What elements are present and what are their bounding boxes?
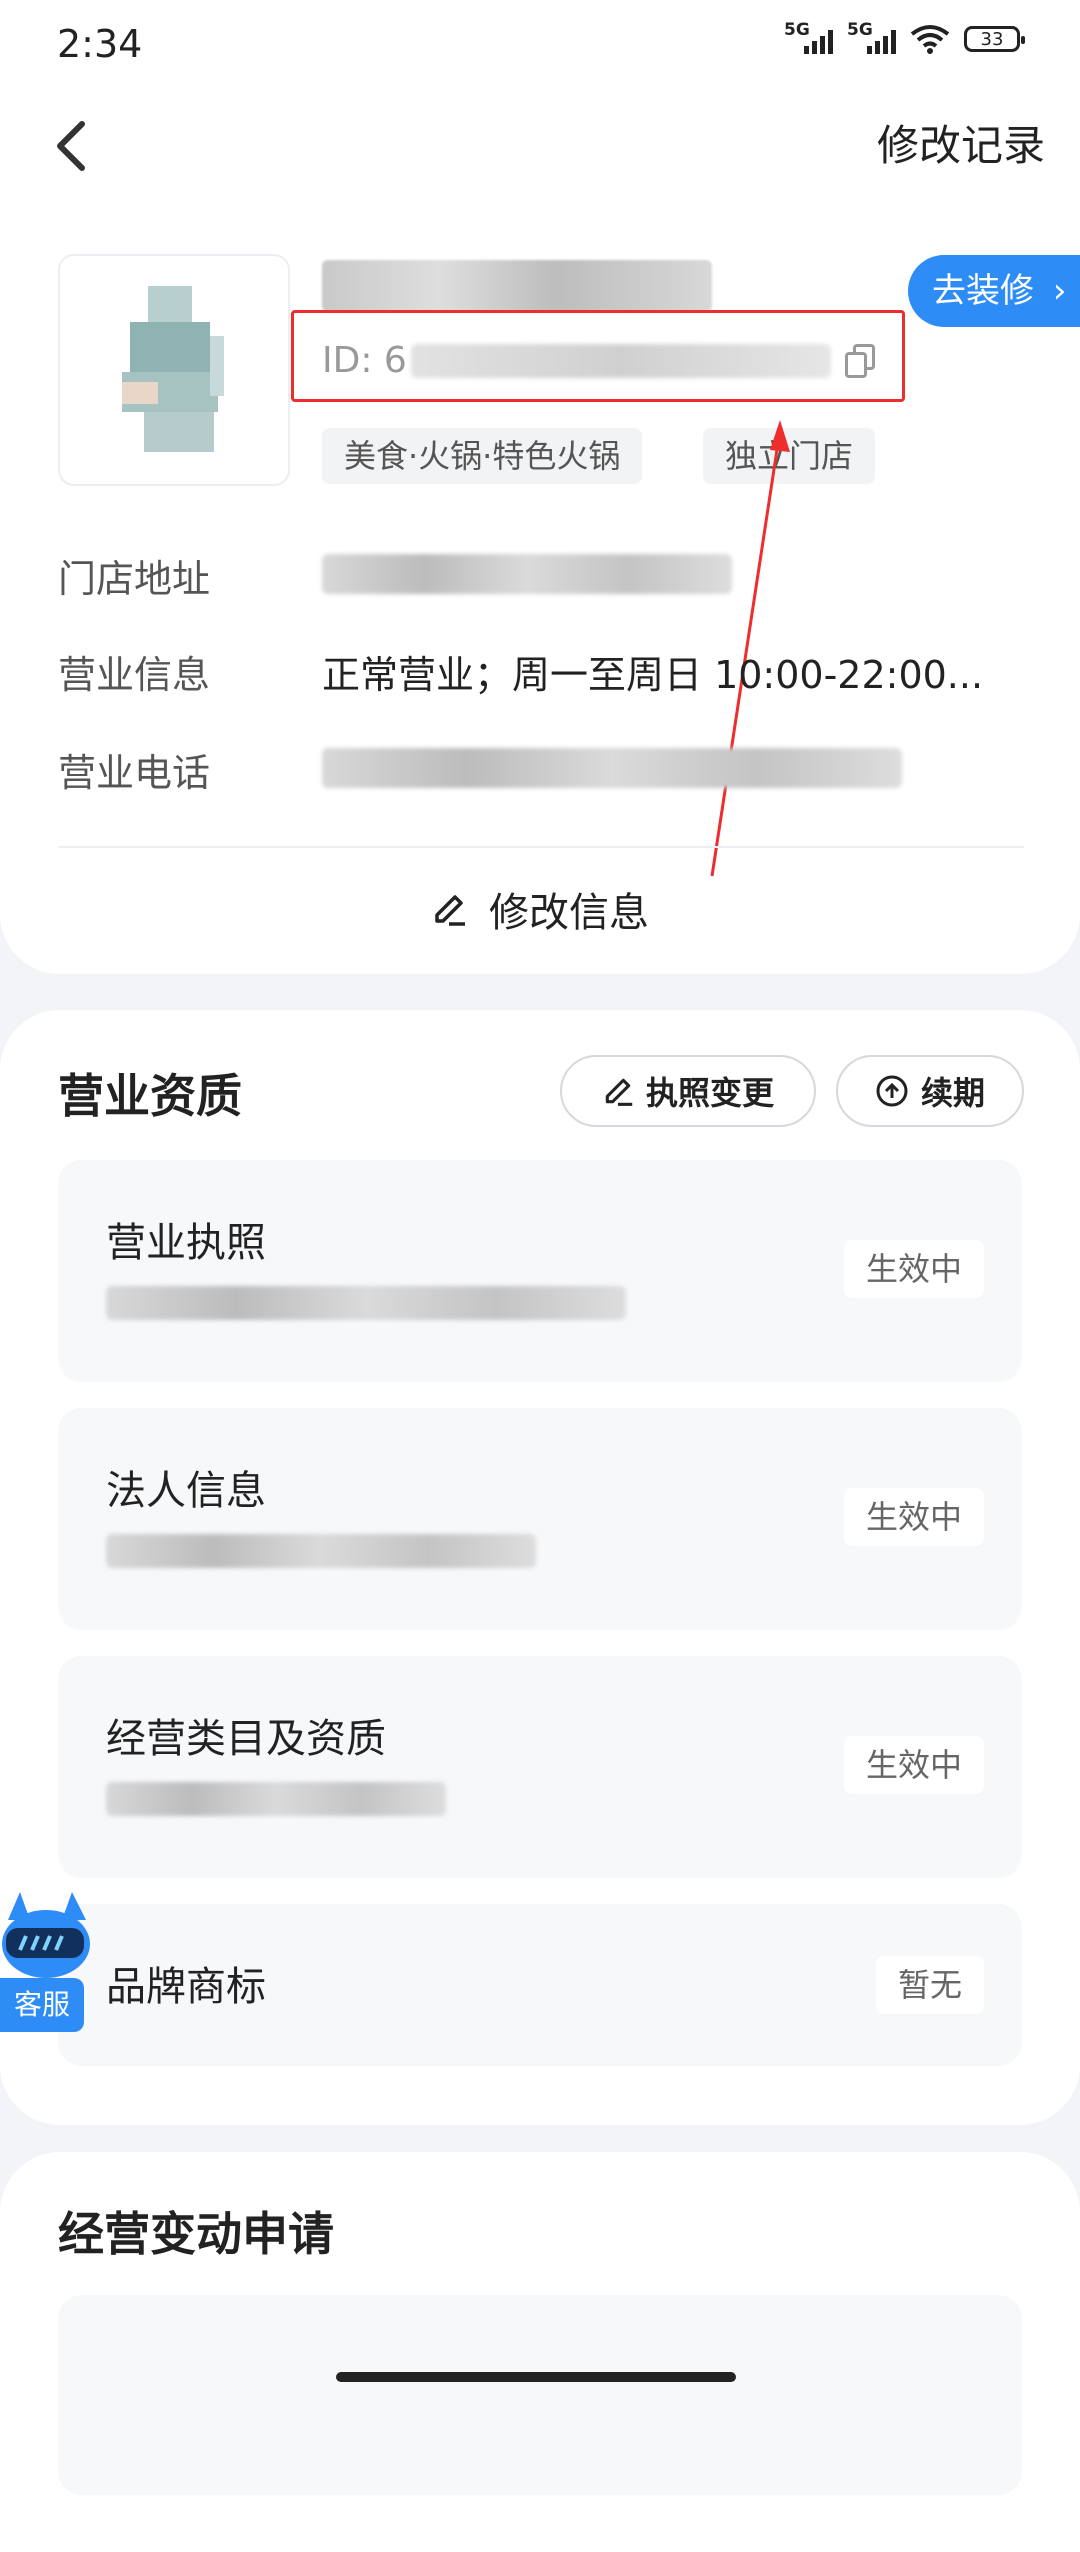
item-title: 营业执照 [106,1220,266,1266]
signal-icon-2: 5G [847,20,896,54]
qualification-title: 营业资质 [58,1069,242,1123]
status-time: 2:34 [57,22,143,66]
status-icons: 5G 5G 33 [784,20,1025,54]
change-request-item[interactable] [58,2295,1022,2495]
upload-circle-icon [876,1075,908,1107]
store-name [322,260,712,312]
modify-history-link[interactable]: 修改记录 [877,112,1045,173]
home-indicator [336,2372,736,2382]
edit-info-label: 修改信息 [489,890,649,936]
decorate-button-label: 去装修 [932,271,1034,311]
annotation-highlight-box [291,310,905,402]
decorate-button[interactable]: 去装修 › [908,255,1080,327]
signal-icon: 5G [784,20,833,54]
customer-service-button[interactable]: 客服 [0,1978,84,2032]
qualification-item-business-license[interactable]: 营业执照 生效中 [58,1160,1022,1382]
status-badge: 暂无 [875,1956,984,2014]
store-type-tag: 独立门店 [703,428,876,484]
pencil-icon [605,1078,633,1106]
qualification-item-trademark[interactable]: 品牌商标 暂无 [58,1904,1022,2066]
phone-label: 营业电话 [58,751,211,795]
business-info-label: 营业信息 [58,653,211,697]
category-tag: 美食·火锅·特色火锅 [322,428,643,484]
pencil-icon [435,895,465,926]
item-title: 品牌商标 [106,1964,266,2010]
wifi-icon [910,25,950,54]
change-requests-title: 经营变动申请 [58,2207,334,2261]
renew-label: 续期 [920,1074,985,1112]
back-button[interactable] [52,118,92,174]
status-badge: 生效中 [843,1488,984,1546]
address-label: 门店地址 [58,557,211,601]
status-badge: 生效中 [843,1736,984,1794]
edit-info-button[interactable]: 修改信息 [0,880,1080,938]
qualification-item-legal-person[interactable]: 法人信息 生效中 [58,1408,1022,1630]
chevron-right-icon: › [1052,271,1067,311]
store-avatar[interactable] [58,254,290,486]
divider [58,846,1024,848]
item-detail-redacted [106,1286,626,1320]
renew-button[interactable]: 续期 [836,1055,1024,1127]
business-info-value: 正常营业；周一至周日 10:00-22:00... [322,653,984,697]
battery-icon: 33 [964,26,1025,52]
address-value-redacted [322,554,732,594]
change-license-button[interactable]: 执照变更 [560,1055,816,1127]
item-detail-redacted [106,1534,536,1568]
item-detail-redacted [106,1782,446,1816]
item-title: 法人信息 [106,1468,266,1514]
qualification-item-category[interactable]: 经营类目及资质 生效中 [58,1656,1022,1878]
status-badge: 生效中 [843,1240,984,1298]
item-title: 经营类目及资质 [106,1716,386,1762]
change-license-label: 执照变更 [645,1074,774,1112]
phone-value-redacted [322,748,902,788]
